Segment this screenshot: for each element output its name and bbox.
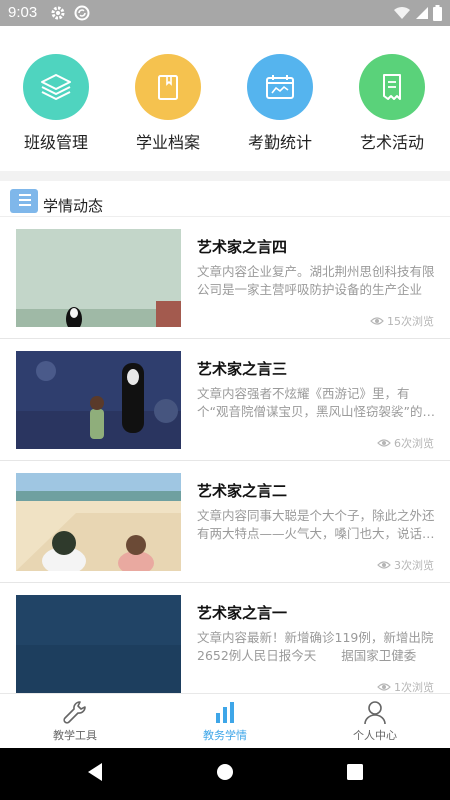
sync-icon <box>74 5 90 21</box>
article-thumbnail <box>16 595 181 693</box>
back-icon[interactable] <box>86 762 104 782</box>
quick-action-label: 班级管理 <box>23 133 88 152</box>
quick-action-label: 学业档案 <box>135 133 200 152</box>
eye-icon <box>377 683 391 691</box>
article-views: 1次浏览 <box>377 679 434 693</box>
article-summary: 文章内容强者不炫耀《西游记》里，有个“观音院僧谋宝贝，黑风山怪窃袈裟”的故事 <box>197 386 435 419</box>
article-list[interactable]: 艺术家之言四 文章内容企业复产。湖北荆州思创科技有限公司是一家主营呼吸防护设备的… <box>0 217 450 693</box>
system-nav-bar <box>0 748 450 800</box>
article-views: 15次浏览 <box>370 313 434 329</box>
calendar-icon <box>247 54 313 120</box>
wrench-icon <box>63 701 86 724</box>
eye-icon <box>377 561 391 569</box>
article-thumbnail <box>16 229 181 327</box>
gear-icon <box>51 6 65 20</box>
bottom-tab-bar: 教学工具 教务学情 个人中心 <box>0 693 450 748</box>
quick-action-academic-records[interactable]: 学业档案 <box>112 54 224 153</box>
article-title: 艺术家之言二 <box>197 482 288 500</box>
news-section-header: 学情动态 <box>0 181 450 217</box>
article-thumbnail <box>16 351 181 449</box>
signal-icon <box>416 7 428 19</box>
article-title: 艺术家之言四 <box>197 238 288 256</box>
tab-personal-center[interactable]: 个人中心 <box>300 694 450 749</box>
tab-label: 个人中心 <box>353 729 397 742</box>
receipt-icon <box>359 54 425 120</box>
article-card[interactable]: 艺术家之言四 文章内容企业复产。湖北荆州思创科技有限公司是一家主营呼吸防护设备的… <box>0 217 450 339</box>
recents-icon[interactable] <box>346 762 364 782</box>
quick-action-class-management[interactable]: 班级管理 <box>0 54 112 153</box>
wifi-icon <box>394 6 410 19</box>
article-views-count: 6次浏览 <box>394 437 434 450</box>
list-icon <box>10 189 38 213</box>
quick-actions-panel: 班级管理 学业档案 考勤统计 艺术活动 <box>0 26 450 171</box>
article-card[interactable]: 艺术家之言二 文章内容同事大聪是个大个子，除此之外还有两大特点——火气大，嗓门也… <box>0 461 450 583</box>
article-views: 6次浏览 <box>377 435 434 451</box>
status-time: 9:03 <box>8 4 38 21</box>
article-title: 艺术家之言三 <box>197 360 288 378</box>
quick-action-label: 艺术活动 <box>359 133 424 152</box>
article-title: 艺术家之言一 <box>197 604 288 622</box>
article-views: 3次浏览 <box>377 557 434 573</box>
bar-chart-icon <box>216 702 234 723</box>
article-views-count: 3次浏览 <box>394 559 434 572</box>
quick-action-attendance[interactable]: 考勤统计 <box>224 54 336 153</box>
article-summary: 文章内容最新！新增确诊119例，新增出院2652例人民日报今天 据国家卫健委 <box>197 630 434 663</box>
tab-teaching-tools[interactable]: 教学工具 <box>0 694 150 749</box>
tab-label: 教学工具 <box>53 729 97 742</box>
folder-icon <box>135 54 201 120</box>
home-icon[interactable] <box>216 762 234 782</box>
battery-icon <box>433 5 442 21</box>
news-section-title: 学情动态 <box>43 197 104 215</box>
person-icon <box>364 701 386 725</box>
article-summary: 文章内容企业复产。湖北荆州思创科技有限公司是一家主营呼吸防护设备的生产企业 <box>197 264 435 297</box>
tab-academic-affairs[interactable]: 教务学情 <box>150 694 300 749</box>
eye-icon <box>370 317 384 325</box>
tab-label: 教务学情 <box>203 729 247 742</box>
status-bar: 9:03 <box>0 0 450 26</box>
eye-icon <box>377 439 391 447</box>
quick-action-art-activities[interactable]: 艺术活动 <box>336 54 448 153</box>
layers-icon <box>23 54 89 120</box>
section-divider <box>0 171 450 181</box>
quick-action-label: 考勤统计 <box>247 133 312 152</box>
article-thumbnail <box>16 473 181 571</box>
article-views-count: 1次浏览 <box>394 681 434 693</box>
article-summary: 文章内容同事大聪是个大个子，除此之外还有两大特点——火气大，嗓门也大，说话像吵架 <box>197 508 435 541</box>
article-views-count: 15次浏览 <box>387 315 434 328</box>
article-card[interactable]: 艺术家之言一 文章内容最新！新增确诊119例，新增出院2652例人民日报今天 据… <box>0 583 450 693</box>
article-card[interactable]: 艺术家之言三 文章内容强者不炫耀《西游记》里，有个“观音院僧谋宝贝，黑风山怪窃袈… <box>0 339 450 461</box>
